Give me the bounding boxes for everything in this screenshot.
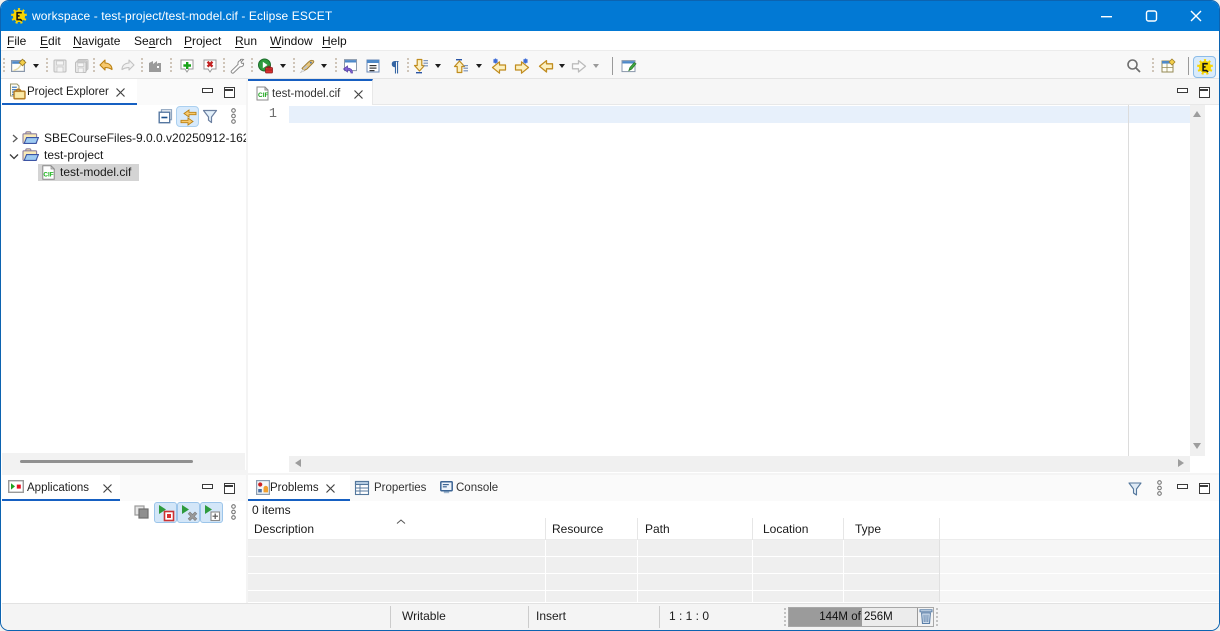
svg-text:CIF: CIF [258, 92, 269, 99]
svg-text:¶: ¶ [391, 59, 399, 75]
svg-text:CIF: CIF [43, 171, 53, 178]
